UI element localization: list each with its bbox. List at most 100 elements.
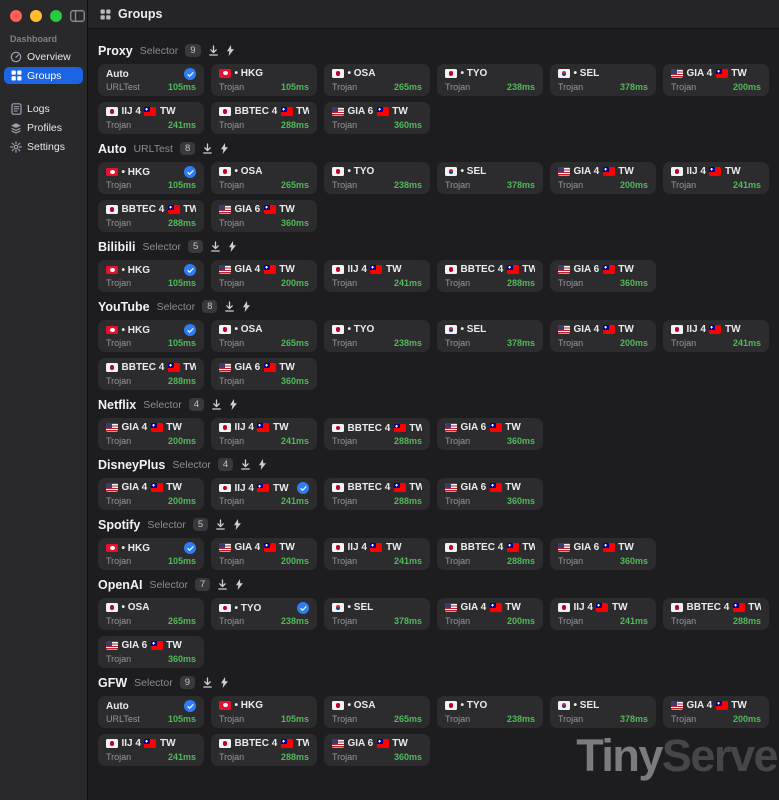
proxy-card[interactable]: BBTEC 4TWTrojan288ms (98, 200, 204, 232)
speed-test-icon[interactable] (226, 45, 235, 56)
proxy-card[interactable]: GIA 4TWTrojan200ms (663, 696, 769, 728)
proxy-card[interactable]: • SELTrojan378ms (324, 598, 430, 630)
proxy-card[interactable]: • OSATrojan265ms (98, 598, 204, 630)
proxy-card[interactable]: GIA 4TWTrojan200ms (550, 320, 656, 352)
proxy-card[interactable]: • HKGTrojan105ms (98, 320, 204, 352)
proxy-card[interactable]: GIA 4TWTrojan200ms (211, 260, 317, 292)
close-window-button[interactable] (10, 10, 22, 22)
groups-icon (10, 70, 22, 81)
proxy-card[interactable]: GIA 4TWTrojan200ms (550, 162, 656, 194)
flag-tw-icon (507, 543, 519, 552)
proxy-card[interactable]: GIA 6TWTrojan360ms (211, 358, 317, 390)
proxy-card[interactable]: GIA 4TWTrojan200ms (98, 418, 204, 450)
proxy-card[interactable]: AutoURLTest105ms (98, 64, 204, 96)
sidebar-item-settings[interactable]: Settings (4, 138, 83, 155)
speed-test-icon[interactable] (228, 241, 237, 252)
sidebar-item-groups[interactable]: Groups (4, 67, 83, 84)
proxy-card[interactable]: IIJ 4TWTrojan241ms (324, 538, 430, 570)
proxy-card[interactable]: GIA 6TWTrojan360ms (437, 418, 543, 450)
minimize-window-button[interactable] (30, 10, 42, 22)
sidebar-item-profiles[interactable]: Profiles (4, 119, 83, 136)
proxy-card[interactable]: BBTEC 4TWTrojan288ms (324, 418, 430, 450)
proxy-card[interactable]: • HKGTrojan105ms (98, 162, 204, 194)
latency-test-icon[interactable] (217, 579, 228, 590)
proxy-card[interactable]: • OSATrojan265ms (324, 64, 430, 96)
proxy-card[interactable]: GIA 6TWTrojan360ms (211, 200, 317, 232)
group-header: AutoURLTest8 (98, 140, 769, 157)
proxy-card[interactable]: • TYOTrojan238ms (437, 696, 543, 728)
proxy-card[interactable]: • OSATrojan265ms (211, 162, 317, 194)
speed-test-icon[interactable] (235, 579, 244, 590)
proxy-card[interactable]: BBTEC 4TWTrojan288ms (437, 538, 543, 570)
latency-test-icon[interactable] (202, 677, 213, 688)
proxy-card[interactable]: AutoURLTest105ms (98, 696, 204, 728)
speed-test-icon[interactable] (242, 301, 251, 312)
proxy-card[interactable]: BBTEC 4TWTrojan288ms (437, 260, 543, 292)
proxy-card[interactable]: GIA 4TWTrojan200ms (437, 598, 543, 630)
proxy-card[interactable]: GIA 4TWTrojan200ms (211, 538, 317, 570)
proxy-protocol: Trojan (106, 556, 131, 566)
proxy-card[interactable]: • TYOTrojan238ms (324, 320, 430, 352)
proxy-card[interactable]: BBTEC 4TWTrojan288ms (211, 734, 317, 766)
flag-tw-icon (281, 107, 293, 116)
proxy-card[interactable]: • SELTrojan378ms (437, 320, 543, 352)
speed-test-icon[interactable] (229, 399, 238, 410)
proxy-card[interactable]: IIJ 4TWTrojan241ms (211, 418, 317, 450)
zoom-window-button[interactable] (50, 10, 62, 22)
proxy-card[interactable]: BBTEC 4TWTrojan288ms (663, 598, 769, 630)
overview-icon (10, 51, 22, 63)
proxy-card[interactable]: GIA 6TWTrojan360ms (550, 538, 656, 570)
proxy-protocol: Trojan (219, 376, 244, 386)
proxy-card[interactable]: • OSATrojan265ms (324, 696, 430, 728)
latency-test-icon[interactable] (215, 519, 226, 530)
proxy-latency: 238ms (394, 338, 422, 348)
group-type: Selector (140, 45, 179, 57)
proxy-card[interactable]: • TYOTrojan238ms (437, 64, 543, 96)
proxy-card[interactable]: • SELTrojan378ms (437, 162, 543, 194)
latency-test-icon[interactable] (210, 241, 221, 252)
latency-test-icon[interactable] (208, 45, 219, 56)
speed-test-icon[interactable] (258, 459, 267, 470)
flag-tw-icon (377, 739, 389, 748)
proxy-card[interactable]: GIA 4TWTrojan200ms (98, 478, 204, 510)
proxy-card[interactable]: • SELTrojan378ms (550, 64, 656, 96)
proxy-card[interactable]: GIA 6TWTrojan360ms (324, 102, 430, 134)
group-name: Netflix (98, 398, 136, 412)
proxy-card[interactable]: • OSATrojan265ms (211, 320, 317, 352)
sidebar-item-overview[interactable]: Overview (4, 48, 83, 65)
sidebar-item-logs[interactable]: Logs (4, 100, 83, 117)
proxy-card[interactable]: IIJ 4TWTrojan241ms (663, 320, 769, 352)
latency-test-icon[interactable] (240, 459, 251, 470)
proxy-card[interactable]: GIA 6TWTrojan360ms (437, 478, 543, 510)
proxy-latency: 378ms (620, 714, 648, 724)
proxy-card[interactable]: BBTEC 4TWTrojan288ms (211, 102, 317, 134)
proxy-card[interactable]: • HKGTrojan105ms (98, 260, 204, 292)
proxy-grid: • HKGTrojan105msGIA 4TWTrojan200msIIJ 4T… (98, 260, 769, 292)
proxy-card[interactable]: • HKGTrojan105ms (211, 696, 317, 728)
proxy-card[interactable]: IIJ 4TWTrojan241ms (211, 478, 317, 510)
proxy-card[interactable]: IIJ 4TWTrojan241ms (98, 734, 204, 766)
speed-test-icon[interactable] (233, 519, 242, 530)
proxy-card[interactable]: • TYOTrojan238ms (211, 598, 317, 630)
proxy-card[interactable]: BBTEC 4TWTrojan288ms (324, 478, 430, 510)
proxy-card[interactable]: • HKGTrojan105ms (98, 538, 204, 570)
proxy-card[interactable]: BBTEC 4TWTrojan288ms (98, 358, 204, 390)
proxy-card[interactable]: • TYOTrojan238ms (324, 162, 430, 194)
proxy-card[interactable]: • HKGTrojan105ms (211, 64, 317, 96)
latency-test-icon[interactable] (202, 143, 213, 154)
proxy-card[interactable]: GIA 6TWTrojan360ms (98, 636, 204, 668)
proxy-card[interactable]: GIA 6TWTrojan360ms (324, 734, 430, 766)
proxy-card[interactable]: IIJ 4TWTrojan241ms (663, 162, 769, 194)
sidebar-toggle-icon[interactable] (70, 10, 85, 22)
proxy-card[interactable]: GIA 6TWTrojan360ms (550, 260, 656, 292)
proxy-card[interactable]: IIJ 4TWTrojan241ms (324, 260, 430, 292)
latency-test-icon[interactable] (211, 399, 222, 410)
proxy-card[interactable]: GIA 4TWTrojan200ms (663, 64, 769, 96)
speed-test-icon[interactable] (220, 143, 229, 154)
proxy-card[interactable]: IIJ 4TWTrojan241ms (550, 598, 656, 630)
proxy-card[interactable]: • SELTrojan378ms (550, 696, 656, 728)
proxy-latency: 105ms (168, 82, 196, 92)
proxy-card[interactable]: IIJ 4TWTrojan241ms (98, 102, 204, 134)
speed-test-icon[interactable] (220, 677, 229, 688)
latency-test-icon[interactable] (224, 301, 235, 312)
